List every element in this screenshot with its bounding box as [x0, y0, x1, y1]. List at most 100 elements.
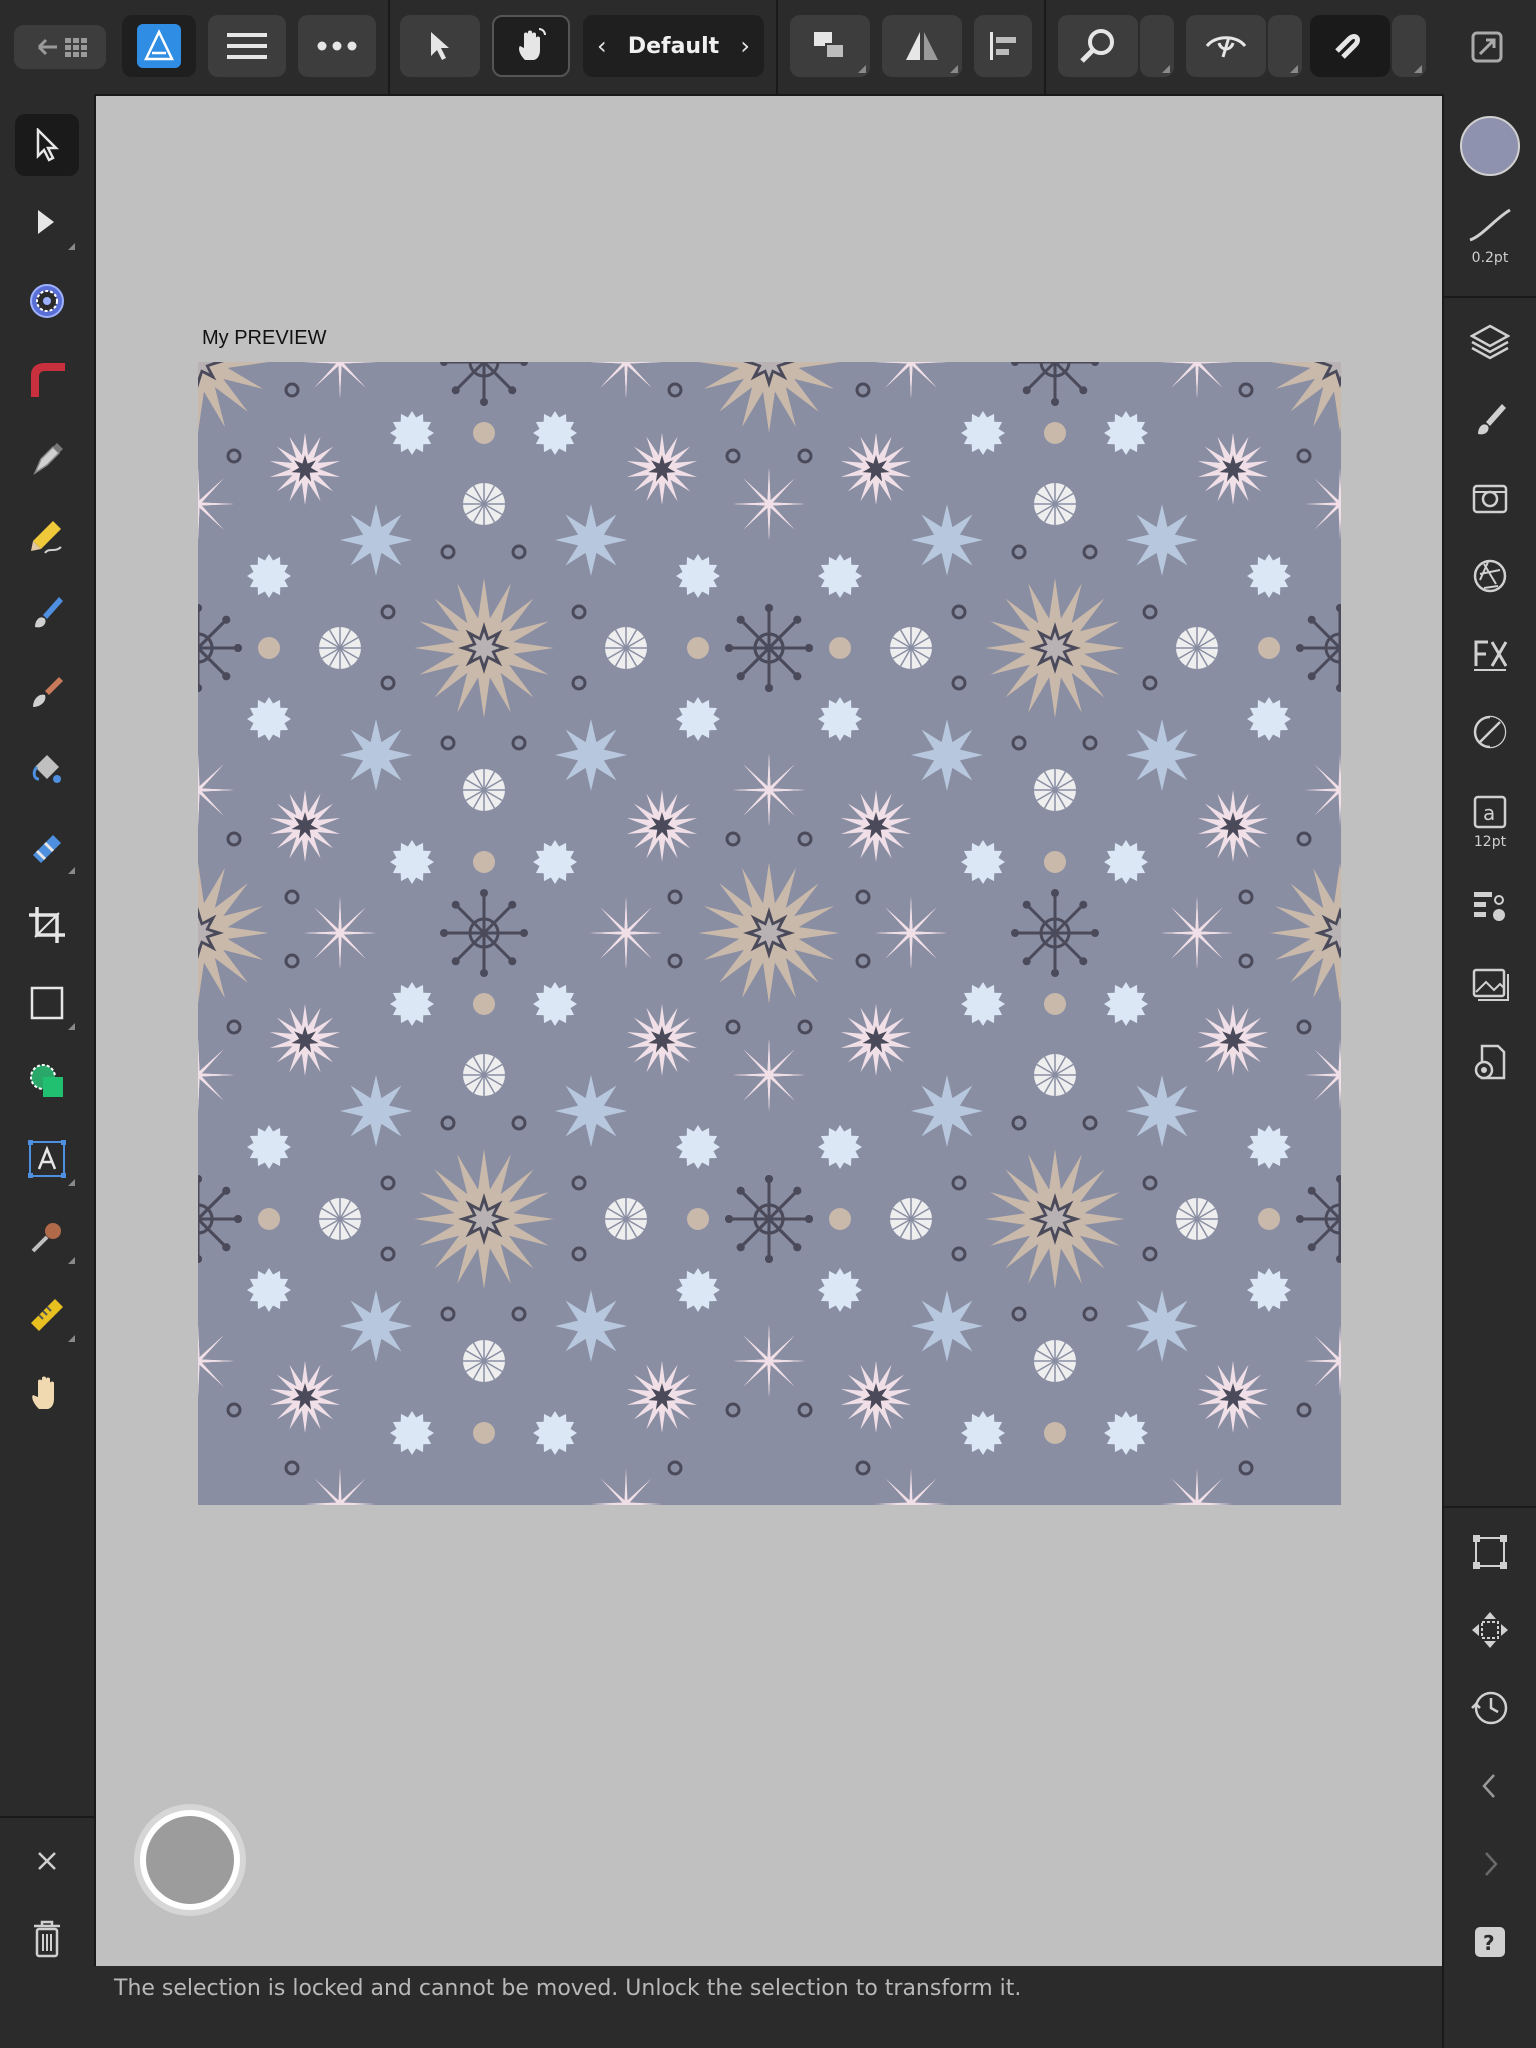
view-options-button[interactable]	[1268, 15, 1302, 77]
close-icon	[38, 1852, 56, 1870]
transform-panel-button[interactable]	[1458, 1522, 1522, 1582]
fx-panel-button[interactable]	[1458, 624, 1522, 684]
fullscreen-icon	[1471, 31, 1503, 63]
menu-button[interactable]	[208, 15, 286, 77]
pen-nib-icon	[33, 443, 63, 476]
toolbar-divider	[1044, 0, 1046, 94]
move-tool[interactable]	[15, 114, 79, 176]
quick-action-button[interactable]	[134, 1804, 246, 1916]
toolbar-divider	[776, 0, 778, 94]
fx-icon	[1474, 640, 1508, 671]
history-panel-button[interactable]	[1458, 1678, 1522, 1738]
pointer-icon	[431, 32, 449, 60]
chevron-left-icon	[1482, 1774, 1495, 1798]
align-button[interactable]	[974, 15, 1032, 77]
touch-mode-button[interactable]	[492, 15, 570, 77]
top-toolbar: ‹ Default ›	[0, 0, 1536, 96]
color-picker-tool[interactable]	[15, 1206, 79, 1268]
half-circle-icon	[1473, 715, 1507, 749]
flip-button[interactable]	[882, 15, 962, 77]
shape-builder-tool[interactable]	[15, 1050, 79, 1112]
preset-next-icon[interactable]: ›	[740, 32, 750, 60]
layers-panel-button[interactable]	[1458, 312, 1522, 372]
close-button[interactable]	[15, 1830, 79, 1892]
more-button[interactable]	[298, 15, 376, 77]
collapse-panel-button[interactable]	[1458, 1756, 1522, 1816]
status-message: The selection is locked and cannot be mo…	[114, 1976, 1022, 2001]
preset-prev-icon[interactable]: ‹	[597, 32, 607, 60]
zoom-button[interactable]	[1058, 15, 1138, 77]
transparency-tool[interactable]	[15, 816, 79, 878]
view-mode-button[interactable]	[1186, 15, 1266, 77]
back-grid-button[interactable]	[14, 25, 106, 69]
shape-builder-icon	[30, 1064, 63, 1097]
assets-panel-button[interactable]	[1458, 954, 1522, 1014]
node-tool[interactable]	[15, 192, 79, 254]
brush-panel-icon	[1478, 404, 1506, 435]
effects-panel-button[interactable]	[1458, 546, 1522, 606]
corner-tool[interactable]	[15, 348, 79, 410]
adjustments-panel-button[interactable]	[1458, 468, 1522, 528]
text-frame-icon	[28, 1140, 66, 1178]
move-arrows-icon	[1472, 1612, 1508, 1648]
measure-tool[interactable]	[15, 1284, 79, 1346]
paragraph-panel-button[interactable]	[1458, 876, 1522, 936]
aperture-icon	[1473, 559, 1507, 593]
corner-icon	[31, 363, 65, 397]
preset-selector[interactable]: ‹ Default ›	[583, 15, 764, 77]
contour-tool[interactable]	[15, 270, 79, 332]
hand-icon	[32, 1376, 54, 1409]
help-button[interactable]: ?	[1458, 1912, 1522, 1972]
text-size-label: 12pt	[1473, 834, 1507, 850]
snowflake-pattern	[198, 362, 1341, 1505]
fullscreen-button[interactable]	[1470, 30, 1504, 68]
hamburger-menu-icon	[227, 33, 267, 59]
trash-icon	[34, 1920, 60, 1958]
select-mode-button[interactable]	[400, 15, 480, 77]
paint-bucket-icon	[32, 755, 61, 783]
character-panel-button[interactable]: a 12pt	[1458, 780, 1522, 864]
flip-icon	[906, 32, 938, 60]
back-grid-icon	[37, 38, 87, 57]
history-clock-icon	[1471, 1691, 1508, 1725]
crop-tool[interactable]	[15, 894, 79, 956]
vector-brush-tool[interactable]	[15, 582, 79, 644]
snapping-button[interactable]	[1310, 15, 1390, 77]
toolbar-divider	[388, 0, 390, 94]
fill-color-well[interactable]	[1458, 114, 1522, 178]
expand-panel-button[interactable]	[1458, 1834, 1522, 1894]
document-gear-icon	[1474, 1044, 1506, 1080]
document-settings-button[interactable]	[1458, 1032, 1522, 1092]
arrange-button[interactable]	[790, 15, 870, 77]
paragraph-icon	[1474, 892, 1505, 921]
app-persona-button[interactable]	[122, 15, 196, 77]
arrange-icon	[814, 32, 845, 59]
snapping-options-button[interactable]	[1392, 15, 1426, 77]
pen-tool[interactable]	[15, 426, 79, 488]
help-icon: ?	[1475, 1927, 1505, 1957]
brushes-panel-button[interactable]	[1458, 390, 1522, 450]
delete-button[interactable]	[15, 1908, 79, 1970]
zoom-options-button[interactable]	[1140, 15, 1174, 77]
affinity-designer-icon	[137, 24, 181, 68]
navigator-panel-button[interactable]	[1458, 1600, 1522, 1660]
stroke-width-control[interactable]: 0.2pt	[1458, 194, 1522, 278]
fill-tool[interactable]	[15, 738, 79, 800]
artboard[interactable]	[198, 362, 1341, 1505]
rectangle-tool[interactable]	[15, 972, 79, 1034]
magnet-icon	[1335, 34, 1360, 59]
tools-panel	[0, 94, 96, 2048]
node-pointer-icon	[38, 210, 54, 234]
pencil-tool[interactable]	[15, 504, 79, 566]
paint-brush-icon	[33, 677, 63, 707]
svg-text:a: a	[1483, 801, 1495, 825]
ruler-icon	[31, 1299, 63, 1331]
view-tool[interactable]	[15, 1362, 79, 1424]
brush-icon	[35, 597, 63, 628]
pixel-brush-tool[interactable]	[15, 660, 79, 722]
svg-text:?: ?	[1483, 1931, 1495, 1955]
styles-panel-button[interactable]	[1458, 702, 1522, 762]
text-tool[interactable]	[15, 1128, 79, 1190]
color-swatch-icon	[1460, 116, 1520, 176]
align-left-icon	[990, 32, 1016, 60]
